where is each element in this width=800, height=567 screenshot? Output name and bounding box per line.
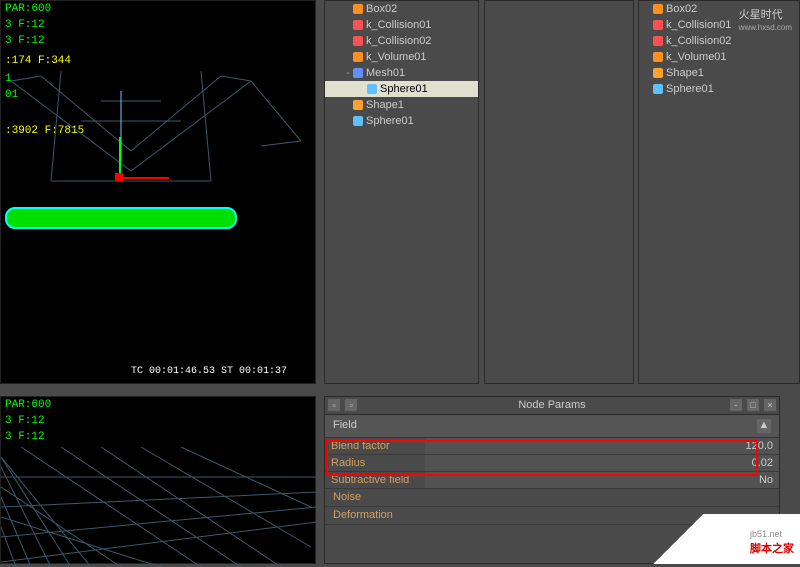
section-noise[interactable]: Noise: [325, 489, 779, 507]
watermark-jb51: jb51.net 脚本之家: [640, 514, 800, 564]
tree-item-label: Box02: [366, 3, 397, 15]
viewport-top[interactable]: PAR:600 3 F:12 3 F:12 :174 F:344 1 01 :3…: [0, 0, 316, 384]
tree-item-sphere01[interactable]: Sphere01: [325, 81, 478, 97]
scroll-up-icon[interactable]: ▲: [757, 419, 771, 433]
gizmo-origin[interactable]: [115, 173, 123, 181]
vp2-par: PAR:600: [5, 399, 51, 411]
node-type-icon: [653, 68, 663, 78]
field-label: Field: [333, 419, 357, 433]
param-row-subtractive-field[interactable]: Subtractive fieldNo: [325, 472, 779, 489]
wireframe-mesh-2: [1, 447, 317, 567]
field-header[interactable]: Field ▲: [325, 415, 779, 438]
tree-item-k_collision02[interactable]: k_Collision02: [639, 33, 799, 49]
tree-item-label: k_Collision02: [666, 35, 731, 47]
node-type-icon: [653, 20, 663, 30]
tree-item-label: Sphere01: [366, 115, 414, 127]
panel-icon-1[interactable]: ▫: [328, 399, 340, 411]
tree-item-label: Shape1: [666, 67, 704, 79]
vp2-f1: 3 F:12: [5, 415, 45, 427]
vp2-f2: 3 F:12: [5, 431, 45, 443]
tree-item-label: Mesh01: [366, 67, 405, 79]
tree-item-sphere01[interactable]: Sphere01: [639, 81, 799, 97]
param-name: Radius: [325, 455, 425, 471]
node-type-icon: [353, 4, 363, 14]
close-icon[interactable]: ×: [764, 399, 776, 411]
tree-item-label: Shape1: [366, 99, 404, 111]
param-value[interactable]: No: [425, 472, 779, 488]
node-type-icon: [353, 20, 363, 30]
tree-item-k_volume01[interactable]: k_Volume01: [639, 49, 799, 65]
tree-item-k_collision02[interactable]: k_Collision02: [325, 33, 478, 49]
param-name: Subtractive field: [325, 472, 425, 488]
node-type-icon: [353, 100, 363, 110]
minimize-icon[interactable]: -: [730, 399, 742, 411]
node-type-icon: [653, 4, 663, 14]
gizmo-y-axis[interactable]: [119, 137, 121, 177]
param-value[interactable]: 0.02: [425, 455, 779, 471]
panel-title: Node Params: [518, 399, 585, 411]
tree-item-k_volume01[interactable]: k_Volume01: [325, 49, 478, 65]
node-type-icon: [353, 116, 363, 126]
panel-icon-2[interactable]: ▫: [345, 399, 357, 411]
watermark-hxsd: 火星时代 www.hxsd.com: [739, 6, 792, 33]
node-type-icon: [353, 68, 363, 78]
fluid-object: [5, 207, 237, 229]
tree-item-label: k_Collision01: [366, 19, 431, 31]
tree-item-mesh01[interactable]: - Mesh01: [325, 65, 478, 81]
tree-item-label: k_Collision01: [666, 19, 731, 31]
param-name: Blend factor: [325, 438, 425, 454]
tree-item-box02[interactable]: Box02: [325, 1, 478, 17]
tree-item-k_collision01[interactable]: k_Collision01: [325, 17, 478, 33]
tree-item-sphere01[interactable]: Sphere01: [325, 113, 478, 129]
tree-item-label: Box02: [666, 3, 697, 15]
node-type-icon: [653, 36, 663, 46]
timecode: TC 00:01:46.53 ST 00:01:37: [131, 366, 287, 377]
node-type-icon: [367, 84, 377, 94]
tree-item-label: Sphere01: [666, 83, 714, 95]
gizmo-x-axis[interactable]: [119, 177, 169, 179]
node-type-icon: [653, 84, 663, 94]
scene-tree-left[interactable]: Box02 k_Collision01 k_Collision02 k_Volume0…: [324, 0, 479, 384]
tree-item-label: k_Collision02: [366, 35, 431, 47]
param-value[interactable]: 120.0: [425, 438, 779, 454]
vp-f2: 3 F:12: [5, 35, 45, 47]
maximize-icon[interactable]: □: [747, 399, 759, 411]
tree-item-label: Sphere01: [380, 83, 428, 95]
tree-item-label: k_Volume01: [366, 51, 427, 63]
node-type-icon: [353, 52, 363, 62]
tree-item-shape1[interactable]: Shape1: [639, 65, 799, 81]
vp-par: PAR:600: [5, 3, 51, 15]
viewport-bottom[interactable]: PAR:600 3 F:12 3 F:12: [0, 396, 316, 564]
tree-item-shape1[interactable]: Shape1: [325, 97, 478, 113]
scene-tree-right[interactable]: Box02 k_Collision01 k_Collision02 k_Volume0…: [638, 0, 800, 384]
param-row-blend-factor[interactable]: Blend factor120.0: [325, 438, 779, 455]
panel-titlebar[interactable]: ▫ ▫ Node Params - □ ×: [325, 397, 779, 415]
expand-icon[interactable]: -: [343, 67, 353, 79]
node-type-icon: [353, 36, 363, 46]
tree-item-label: k_Volume01: [666, 51, 727, 63]
node-type-icon: [653, 52, 663, 62]
vp-f1: 3 F:12: [5, 19, 45, 31]
param-row-radius[interactable]: Radius0.02: [325, 455, 779, 472]
scene-tree-middle[interactable]: [484, 0, 634, 384]
